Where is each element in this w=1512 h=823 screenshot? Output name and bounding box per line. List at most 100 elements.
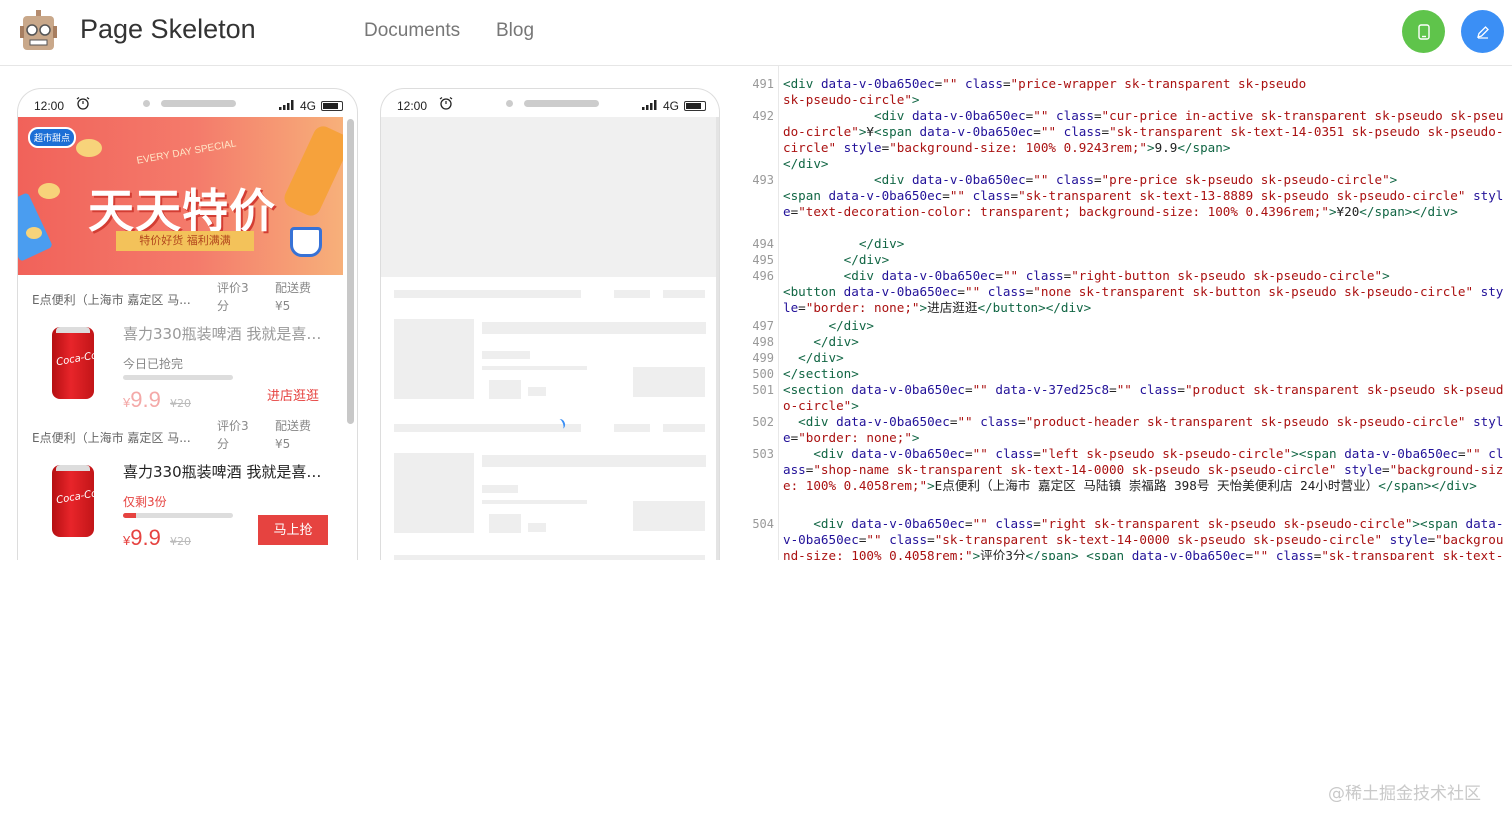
code-line[interactable]: <section data-v-0ba650ec="" data-v-37ed2… [783,382,1507,414]
network-label: 4G [300,99,317,113]
code-line[interactable]: </div> [783,236,1507,252]
stock-progress [123,375,233,380]
signal-icon [279,100,294,110]
shop-name: E点便利（上海市 嘉定区 马... [32,293,191,307]
mobile-preview-button[interactable] [1402,10,1445,53]
code-line[interactable]: <div data-v-0ba650ec="" class="price-wra… [783,76,1507,92]
skeleton-image [394,453,474,533]
skeleton-line [614,424,650,432]
chip-image [76,139,102,157]
nav-blog[interactable]: Blog [496,20,534,42]
code-line[interactable]: <div data-v-0ba650ec="" class="left sk-p… [783,446,1507,494]
alarm-icon [439,97,453,110]
alarm-icon [76,97,90,110]
skeleton-line [489,514,521,533]
delivery-fee-value: ¥5 [275,437,291,451]
edit-button[interactable] [1461,10,1504,53]
top-header: Page Skeleton Documents Blog [0,0,1512,66]
product-image: Coca-Cola [52,465,107,537]
line-number: 492 [752,109,774,123]
skeleton-image [394,319,474,399]
code-line[interactable]: <div data-v-0ba650ec="" class="cur-price… [783,108,1507,172]
stock-status: 仅剩3份 [123,495,167,509]
chip-image [38,183,60,199]
line-number: 495 [752,253,774,267]
code-line[interactable]: </section> [783,366,1507,382]
skeleton-banner [381,117,719,277]
delivery-fee-label: 配送费 [275,419,312,433]
code-line[interactable]: <div data-v-0ba650ec="" class="product-h… [783,414,1507,446]
skeleton-line [482,485,518,493]
line-number: 498 [752,335,774,349]
line-number: 503 [752,447,774,461]
skeleton-line [394,555,705,560]
phone-preview-skeleton: 12:00 4G [380,88,720,560]
skeleton-scroll-track [716,117,719,560]
product-image: Coca-Cola [52,327,107,399]
current-price: ¥9.9 [123,525,161,550]
line-number: 493 [752,173,774,187]
code-line[interactable]: <div data-v-0ba650ec="" class="right-but… [783,268,1507,316]
delivery-fee-label: 配送费 [275,281,312,295]
signal-icon [642,100,657,110]
code-line[interactable]: </div> [783,334,1507,350]
stock-progress [123,513,233,518]
code-line[interactable]: </div> [783,350,1507,366]
line-number: 497 [752,319,774,333]
skeleton-line [482,322,706,334]
skeleton-line [528,387,546,396]
skeleton-line [482,500,587,504]
line-number: 504 [752,517,774,531]
stock-progress-fill [123,513,137,518]
status-time: 12:00 [397,99,428,113]
scrollbar[interactable] [347,119,354,424]
shop-name: E点便利（上海市 嘉定区 马... [32,431,191,445]
network-label: 4G [663,99,680,113]
watermark: @稀土掘金技术社区 [1328,784,1481,804]
stock-status: 今日已抢完 [123,357,184,371]
skeleton-line [663,290,705,298]
line-number: 501 [752,383,774,397]
line-number: 502 [752,415,774,429]
line-number: 499 [752,351,774,365]
camera-dot [506,100,513,107]
code-line[interactable]: sk-pseudo-circle"> [783,92,1507,108]
status-bar: 12:00 4G [381,89,719,117]
current-price: ¥9.9 [123,387,161,412]
brand-title[interactable]: Page Skeleton [80,14,256,45]
status-time: 12:00 [34,99,65,113]
can-label: Coca-Cola [55,486,107,507]
status-bar: 12:00 4G [18,89,357,117]
robot-logo-icon[interactable] [20,10,57,54]
skeleton-line [482,455,706,467]
delivery-fee: 配送费 ¥5 [275,417,319,453]
skeleton-line [614,290,650,298]
code-panel[interactable]: 491 <div data-v-0ba650ec="" class="price-… [740,60,1512,560]
speaker-pill [524,100,599,107]
battery-icon [684,101,706,111]
code-line[interactable]: <div data-v-0ba650ec="" class="pre-price… [783,172,1507,220]
pencil-icon [1476,25,1489,39]
phone-preview-rendered: 12:00 4G 超市甜点 EVERY DAY SPECIAL 天天特价 特价好… [17,88,358,560]
promo-banner[interactable]: 超市甜点 EVERY DAY SPECIAL 天天特价 特价好货 福利满满 [18,117,343,275]
product-name: 喜力330瓶装啤酒 我就是喜力... [123,325,333,343]
chip-image [26,227,42,239]
phone-icon [1417,23,1430,40]
line-number: 494 [752,237,774,251]
skeleton-line [394,290,581,298]
line-number: 500 [752,367,774,381]
skeleton-line [528,523,546,532]
code-line[interactable]: <div data-v-0ba650ec="" class="right sk-… [783,516,1507,560]
line-number: 496 [752,269,774,283]
delivery-fee: 配送费 ¥5 [275,279,319,315]
skeleton-button [633,367,705,397]
code-line[interactable]: </div> [783,252,1507,268]
nav-documents[interactable]: Documents [364,20,460,42]
skeleton-line [394,424,581,432]
code-line[interactable]: </div> [783,318,1507,334]
visit-store-button[interactable]: 进店逛逛 [267,385,319,404]
buy-now-button[interactable]: 马上抢 [258,515,328,545]
banner-subtitle: EVERY DAY SPECIAL [135,138,238,167]
banner-ribbon: 特价好货 福利满满 [116,231,254,251]
skeleton-line [663,424,705,432]
